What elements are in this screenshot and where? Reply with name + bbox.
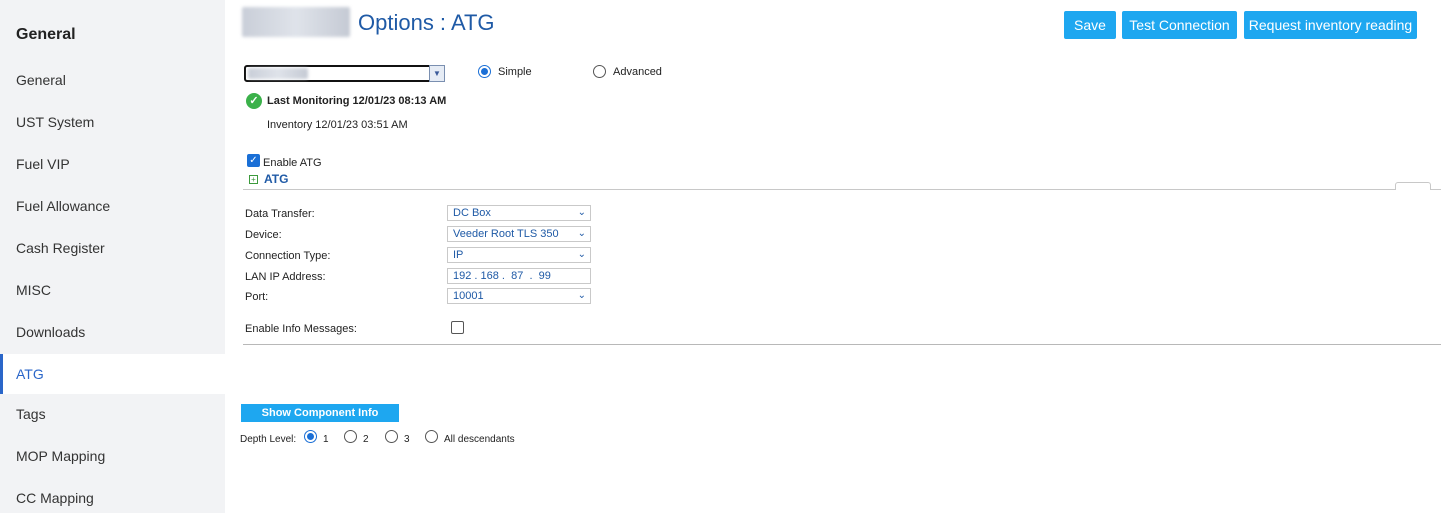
sidebar-item-cc-mapping[interactable]: CC Mapping	[0, 478, 225, 518]
lan-ip-input[interactable]: 192 . 168 . 87 . 99	[447, 268, 591, 284]
port-value: 10001	[453, 290, 484, 302]
show-component-info-button[interactable]: Show Component Info	[241, 404, 399, 422]
depth-1-radio[interactable]	[304, 430, 317, 443]
device-value: Veeder Root TLS 350	[453, 228, 559, 240]
port-select[interactable]: 10001 ⌄	[447, 288, 591, 304]
sidebar-item-fuel-vip[interactable]: Fuel VIP	[0, 144, 225, 184]
inventory-text: Inventory 12/01/23 03:51 AM	[267, 119, 408, 131]
advanced-radio[interactable]	[593, 65, 606, 78]
store-select-value-redacted	[248, 68, 308, 79]
advanced-label: Advanced	[613, 66, 662, 78]
sidebar-title: General	[16, 26, 76, 43]
data-transfer-value: DC Box	[453, 207, 491, 219]
page-title: Options : ATG	[358, 10, 495, 35]
check-circle-icon: ✓	[246, 93, 262, 109]
connection-type-label: Connection Type:	[245, 250, 331, 262]
chevron-down-icon: ⌄	[577, 207, 586, 218]
atg-section-title[interactable]: ATG	[264, 172, 288, 186]
section-tab	[1395, 182, 1431, 190]
chevron-down-icon: ⌄	[577, 228, 586, 239]
request-inventory-button[interactable]: Request inventory reading	[1244, 11, 1417, 39]
section-divider-top	[243, 189, 1441, 190]
port-label: Port:	[245, 291, 269, 303]
enable-atg-label: Enable ATG	[263, 157, 322, 169]
device-select[interactable]: Veeder Root TLS 350 ⌄	[447, 226, 591, 242]
sidebar-item-cash-register[interactable]: Cash Register	[0, 228, 225, 268]
sidebar-item-tags[interactable]: Tags	[0, 394, 225, 434]
store-select[interactable]: ▼	[244, 65, 445, 82]
depth-2-label: 2	[363, 434, 369, 445]
data-transfer-select[interactable]: DC Box ⌄	[447, 205, 591, 221]
connection-type-value: IP	[453, 249, 464, 261]
depth-1-label: 1	[323, 434, 329, 445]
test-connection-button[interactable]: Test Connection	[1122, 11, 1237, 39]
main-content: Options : ATG Save Test Connection Reque…	[225, 0, 1441, 513]
sidebar-item-misc[interactable]: MISC	[0, 270, 225, 310]
sidebar-item-fuel-allowance[interactable]: Fuel Allowance	[0, 186, 225, 226]
data-transfer-label: Data Transfer:	[245, 208, 315, 220]
info-messages-checkbox[interactable]	[451, 321, 464, 334]
connection-type-select[interactable]: IP ⌄	[447, 247, 591, 263]
sidebar-item-ust-system[interactable]: UST System	[0, 102, 225, 142]
expand-icon[interactable]: +	[249, 175, 258, 184]
chevron-down-icon: ⌄	[577, 249, 586, 260]
simple-label: Simple	[498, 66, 532, 78]
sidebar-item-atg[interactable]: ATG	[0, 354, 225, 394]
depth-3-radio[interactable]	[385, 430, 398, 443]
sidebar-item-mop-mapping[interactable]: MOP Mapping	[0, 436, 225, 476]
last-monitoring-text: Last Monitoring 12/01/23 08:13 AM	[267, 95, 447, 107]
depth-3-label: 3	[404, 434, 410, 445]
store-name-redacted	[242, 7, 350, 37]
lan-ip-label: LAN IP Address:	[245, 271, 326, 283]
chevron-down-icon[interactable]: ▼	[429, 65, 445, 82]
info-messages-label: Enable Info Messages:	[245, 323, 357, 335]
sidebar-item-general[interactable]: General	[0, 60, 225, 100]
enable-atg-checkbox[interactable]: ✓	[247, 154, 260, 167]
depth-all-label: All descendants	[444, 434, 515, 445]
depth-all-radio[interactable]	[425, 430, 438, 443]
depth-level-label: Depth Level:	[240, 434, 297, 445]
sidebar: General General UST System Fuel VIP Fuel…	[0, 0, 225, 513]
chevron-down-icon: ⌄	[577, 290, 586, 301]
sidebar-item-downloads[interactable]: Downloads	[0, 312, 225, 352]
simple-radio[interactable]	[478, 65, 491, 78]
device-label: Device:	[245, 229, 282, 241]
depth-2-radio[interactable]	[344, 430, 357, 443]
save-button[interactable]: Save	[1064, 11, 1116, 39]
section-divider-bottom	[243, 344, 1441, 345]
